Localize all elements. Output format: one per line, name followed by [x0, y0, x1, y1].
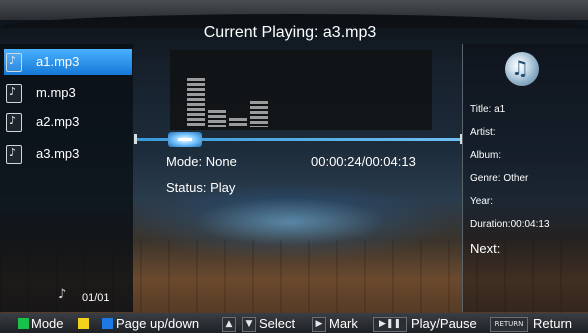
- playlist-item[interactable]: a1.mp3: [4, 49, 132, 75]
- track-title: Title: a1: [470, 104, 506, 115]
- track-duration: Duration:00:04:13: [470, 219, 550, 230]
- green-key-icon: [18, 318, 29, 329]
- play-pause-hint: Play/Pause: [411, 316, 477, 331]
- playlist-item[interactable]: m.mp3: [4, 80, 132, 106]
- play-pause-icon: ▶❚❚: [373, 317, 407, 332]
- mode-hint: Mode: [31, 316, 64, 331]
- return-hint: Return: [533, 316, 573, 331]
- info-divider: [462, 44, 463, 312]
- track-artist: Artist:: [470, 127, 496, 138]
- play-status: Status: Play: [166, 180, 236, 195]
- playlist-item-name: m.mp3: [36, 85, 76, 100]
- track-album: Album:: [470, 150, 502, 161]
- playlist-item[interactable]: a2.mp3: [4, 109, 132, 135]
- track-genre: Genre: Other: [470, 173, 529, 184]
- select-hint: Select: [259, 316, 296, 331]
- now-playing-title: Current Playing: a3.mp3: [203, 24, 377, 41]
- equalizer-bar: [208, 110, 226, 127]
- bottom-help-bar: Mode Page up/down ▲ ▼ Select ▶ Mark ▶❚❚ …: [0, 313, 588, 333]
- music-file-icon: [6, 53, 22, 72]
- next-track: Next:: [470, 241, 501, 256]
- yellow-key-icon: [78, 318, 89, 329]
- music-file-icon: [6, 84, 22, 103]
- blue-key-icon: [102, 318, 113, 329]
- playlist-item-name: a3.mp3: [36, 146, 80, 161]
- play-time: 00:00:24/00:04:13: [311, 154, 416, 169]
- down-arrow-icon: ▼: [242, 317, 256, 332]
- equalizer-bar: [229, 118, 247, 127]
- play-mode: Mode: None: [166, 154, 237, 169]
- playlist-item-name: a2.mp3: [36, 114, 80, 129]
- mark-hint: Mark: [329, 316, 358, 331]
- equalizer-bar: [187, 78, 205, 127]
- media-player-screen: Current Playing: a3.mp3 a1.mp3 m.mp3 a2.…: [0, 0, 588, 333]
- music-file-icon: [6, 113, 22, 132]
- music-file-icon: [6, 145, 22, 164]
- music-note-icon: ♫: [511, 56, 529, 80]
- page-indicator: 01/01: [82, 292, 110, 304]
- equalizer-bar: [250, 101, 268, 127]
- music-note-icon: ♪: [58, 287, 67, 302]
- playlist-item[interactable]: a3.mp3: [4, 141, 132, 167]
- right-arrow-icon: ▶: [312, 317, 326, 332]
- return-key-icon: RETURN: [490, 317, 528, 332]
- page-hint: Page up/down: [116, 316, 200, 331]
- up-arrow-icon: ▲: [222, 317, 236, 332]
- progress-start-cap: [134, 134, 137, 144]
- track-year: Year:: [470, 196, 493, 207]
- playlist-item-name: a1.mp3: [36, 54, 80, 69]
- progress-thumb[interactable]: [168, 132, 202, 147]
